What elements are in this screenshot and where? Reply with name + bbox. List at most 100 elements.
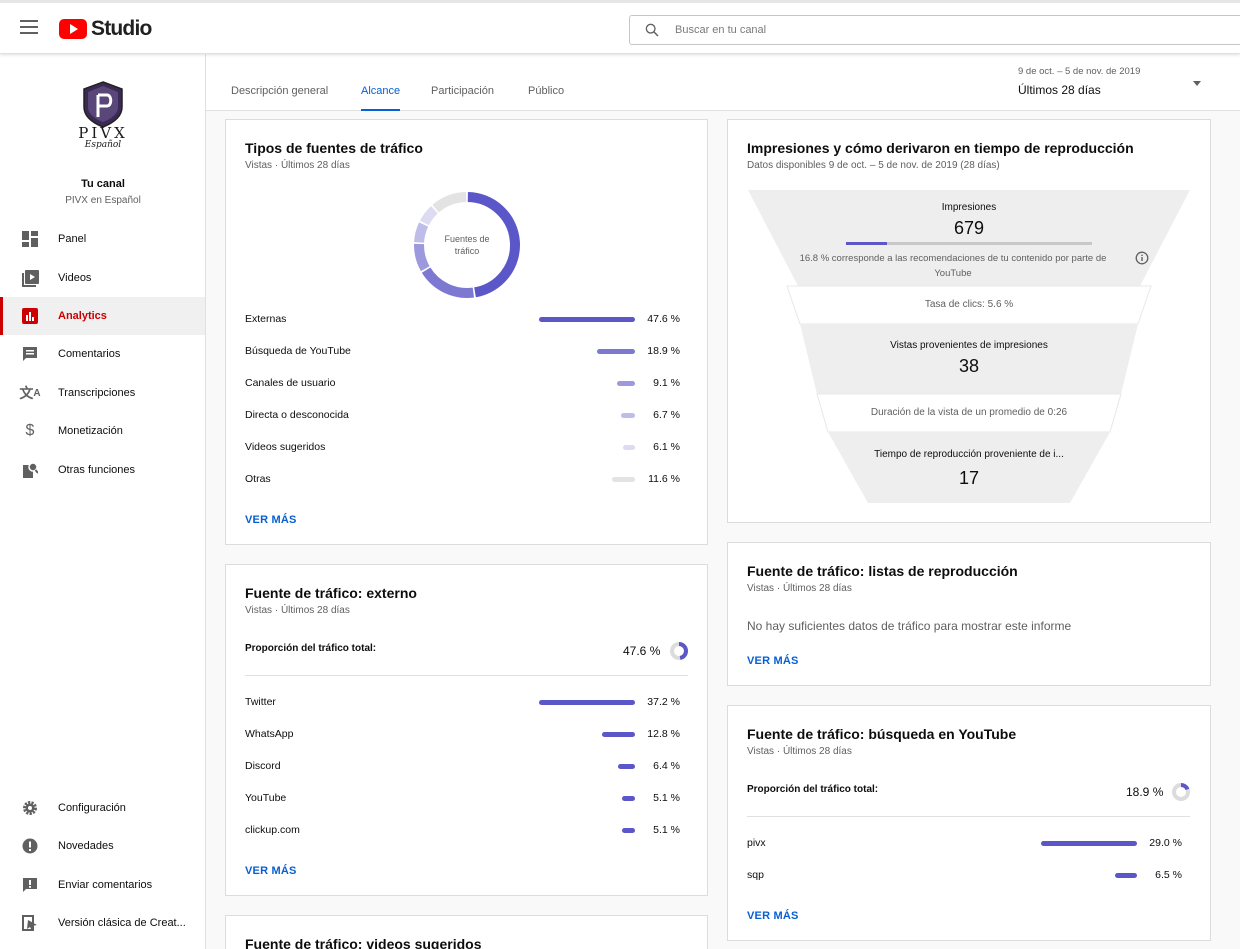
source-percent: 37.2 % (647, 696, 680, 708)
card-title: Fuente de tráfico: externo (245, 585, 417, 601)
source-name: Videos sugeridos (245, 441, 326, 453)
sidebar-item-monetization[interactable]: $ Monetización (0, 412, 205, 450)
list-item[interactable]: Otras 11.6 % (245, 470, 687, 490)
tab-reach[interactable]: Alcance (361, 85, 401, 111)
sidebar-item-label: Versión clásica de Creat... (58, 917, 186, 929)
sidebar-item-comments[interactable]: Comentarios (0, 335, 205, 373)
sidebar-item-label: Panel (58, 233, 87, 245)
watch-time-label: Tiempo de reproducción proveniente de i.… (874, 449, 1064, 460)
sidebar-item-panel[interactable]: Panel (0, 220, 205, 258)
share-value: 18.9 % (1126, 785, 1164, 799)
source-bar (539, 700, 635, 705)
watch-time-value: 17 (958, 468, 980, 488)
source-name: Búsqueda de YouTube (245, 345, 351, 357)
card-title: Fuente de tráfico: búsqueda en YouTube (747, 726, 1017, 742)
source-bar (597, 349, 635, 354)
donut-center-label: Fuentes de tráfico (444, 234, 490, 256)
sidebar-item-videos[interactable]: Videos (0, 259, 205, 297)
share-label: Proporción del tráfico total: (747, 784, 879, 795)
search-term-percent: 29.0 % (1149, 837, 1182, 849)
list-item[interactable]: sqp 6.5 % (747, 866, 1189, 886)
list-item[interactable]: Directa o desconocida 6.7 % (245, 406, 687, 426)
gear-icon (21, 799, 39, 817)
date-range-dates: 9 de oct. – 5 de nov. de 2019 (1018, 66, 1141, 77)
source-name: Twitter (245, 696, 276, 708)
sidebar-item-other-features[interactable]: Otras funciones (0, 451, 205, 489)
source-bar (621, 413, 635, 418)
source-percent: 5.1 % (653, 792, 680, 804)
divider (747, 816, 1190, 817)
list-item[interactable]: Videos sugeridos 6.1 % (245, 438, 687, 458)
sidebar-item-classic-studio[interactable]: Versión clásica de Creat... (0, 904, 205, 942)
source-bar (602, 732, 635, 737)
source-name: Canales de usuario (245, 377, 336, 389)
search-term-percent: 6.5 % (1155, 869, 1182, 881)
source-percent: 18.9 % (647, 345, 680, 357)
sidebar-item-label: Videos (58, 272, 92, 284)
tab-audience[interactable]: Público (528, 85, 564, 111)
list-item[interactable]: clickup.com 5.1 % (245, 821, 687, 841)
source-name: Otras (245, 473, 271, 485)
views-value: 38 (958, 356, 980, 376)
menu-icon[interactable] (20, 20, 38, 34)
list-item[interactable]: Externas 47.6 % (245, 310, 687, 330)
see-more-link[interactable]: VER MÁS (245, 865, 297, 877)
source-bar (617, 381, 635, 386)
search-term: pivx (747, 837, 766, 849)
source-bar (618, 764, 635, 769)
see-more-link[interactable]: VER MÁS (747, 655, 799, 667)
list-item[interactable]: Twitter 37.2 % (245, 693, 687, 713)
info-icon[interactable] (1135, 251, 1149, 265)
impressions-value: 679 (953, 218, 985, 238)
search-box[interactable] (629, 15, 1240, 45)
source-percent: 47.6 % (647, 313, 680, 325)
sidebar-item-label: Transcripciones (58, 387, 136, 399)
sidebar-item-transcriptions[interactable]: 文A Transcripciones (0, 374, 205, 412)
recommendation-progress-fill (846, 242, 888, 245)
see-more-link[interactable]: VER MÁS (747, 910, 799, 922)
list-item[interactable]: pivx 29.0 % (747, 834, 1189, 854)
tab-overview[interactable]: Descripción general (231, 85, 328, 111)
source-bar (623, 445, 635, 450)
list-item[interactable]: Búsqueda de YouTube 18.9 % (245, 342, 687, 362)
translate-icon: 文A (19, 385, 41, 401)
recommendation-progress (846, 242, 1092, 245)
sidebar-item-settings[interactable]: Configuración (0, 789, 205, 827)
channel-name: PIVX en Español (65, 195, 141, 206)
tools-icon (21, 461, 39, 479)
see-more-link[interactable]: VER MÁS (245, 514, 297, 526)
source-bar (622, 828, 635, 833)
list-item[interactable]: YouTube 5.1 % (245, 789, 687, 809)
donut-slice (421, 267, 475, 298)
search-input[interactable] (675, 20, 1175, 40)
chevron-down-icon[interactable] (1193, 81, 1201, 86)
feedback-icon (21, 876, 39, 894)
card-subtitle: Vistas · Últimos 28 días (245, 605, 350, 616)
card-title: Fuente de tráfico: listas de reproducció… (747, 563, 1018, 579)
suggested-traffic-card: Fuente de tráfico: videos sugeridos (225, 915, 708, 949)
source-percent: 6.4 % (653, 760, 680, 772)
traffic-types-card: Tipos de fuentes de tráfico Vistas · Últ… (225, 119, 708, 545)
avg-duration-text: Duración de la vista de un promedio de 0… (870, 407, 1068, 418)
sidebar-item-analytics[interactable]: Analytics (0, 297, 205, 335)
funnel-shape (748, 190, 1190, 503)
share-mini-donut (1172, 783, 1190, 801)
donut-slice (414, 243, 430, 272)
date-range-picker[interactable]: 9 de oct. – 5 de nov. de 2019 Últimos 28… (1018, 66, 1203, 97)
playlists-traffic-card: Fuente de tráfico: listas de reproducció… (727, 542, 1211, 686)
list-item[interactable]: Discord 6.4 % (245, 757, 687, 777)
sidebar-item-send-feedback[interactable]: Enviar comentarios (0, 866, 205, 904)
dashboard-icon (21, 230, 39, 248)
divider (245, 675, 688, 676)
mini-donut-slice (1180, 783, 1190, 791)
studio-logo[interactable]: Studio (59, 17, 152, 41)
sidebar-item-label: Configuración (58, 802, 126, 814)
sidebar-item-whats-new[interactable]: Novedades (0, 827, 205, 865)
tab-engagement[interactable]: Participación (431, 85, 494, 111)
video-library-icon (21, 269, 39, 287)
list-item[interactable]: WhatsApp 12.8 % (245, 725, 687, 745)
source-bar (539, 317, 635, 322)
sidebar-item-label: Otras funciones (58, 464, 136, 476)
sidebar-item-label: Enviar comentarios (58, 879, 153, 891)
list-item[interactable]: Canales de usuario 9.1 % (245, 374, 687, 394)
